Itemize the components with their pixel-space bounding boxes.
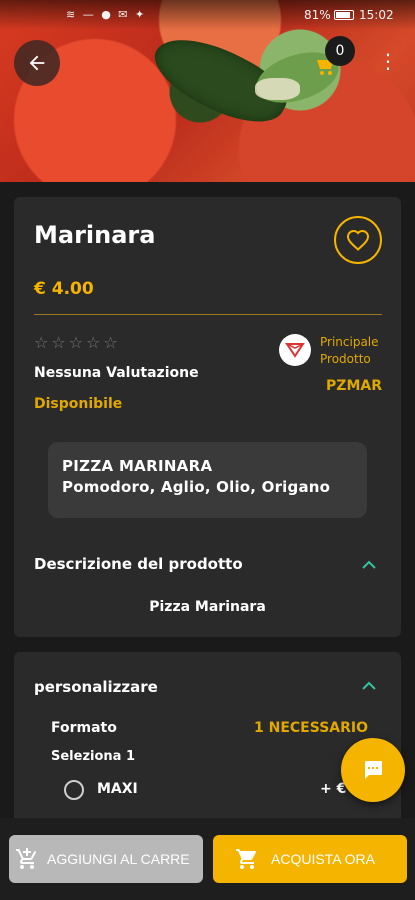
short-description-box: PIZZA MARINARA Pomodoro, Aglio, Olio, Or… bbox=[48, 442, 367, 518]
battery-icon bbox=[334, 10, 354, 20]
option-name[interactable]: MAXI bbox=[97, 781, 138, 797]
product-price: € 4.00 bbox=[34, 279, 94, 299]
product-card: Marinara € 4.00 ☆☆☆☆☆ Nessuna Valutazion… bbox=[14, 197, 401, 637]
status-icons: ≋ — ● ✉ ✦ bbox=[66, 8, 147, 21]
divider bbox=[34, 314, 382, 315]
product-sku: PZMAR bbox=[326, 378, 382, 394]
add-to-cart-label: AGGIUNGI AL CARRE bbox=[47, 851, 190, 867]
availability-status: Disponibile bbox=[34, 396, 123, 412]
add-cart-icon bbox=[16, 848, 37, 869]
shopping-cart-icon bbox=[236, 849, 257, 869]
clock: 15:02 bbox=[359, 8, 394, 22]
short-description-ingredients: Pomodoro, Aglio, Olio, Origano bbox=[62, 478, 331, 496]
short-description-title: PIZZA MARINARA bbox=[62, 457, 213, 475]
favorite-button[interactable] bbox=[334, 216, 382, 264]
customize-card: personalizzare Formato 1 NECESSARIO Sele… bbox=[14, 652, 401, 832]
chat-button[interactable] bbox=[341, 738, 405, 802]
description-section-heading[interactable]: Descrizione del prodotto bbox=[34, 555, 243, 573]
battery-percentage: 81% bbox=[304, 8, 331, 22]
chevron-up-icon[interactable] bbox=[361, 681, 377, 691]
format-label: Formato bbox=[51, 720, 117, 736]
rating-text: Nessuna Valutazione bbox=[34, 365, 199, 381]
brand-logo-icon bbox=[279, 334, 311, 366]
add-to-cart-button[interactable]: AGGIUNGI AL CARRE bbox=[9, 835, 203, 883]
customize-section-heading[interactable]: personalizzare bbox=[34, 678, 158, 696]
garlic-topping bbox=[255, 78, 300, 100]
cart-count-badge[interactable]: 0 bbox=[325, 36, 355, 66]
heart-icon bbox=[346, 229, 370, 251]
bottom-action-bar: AGGIUNGI AL CARRE ACQUISTA ORA bbox=[0, 818, 415, 900]
select-count-label: Seleziona 1 bbox=[51, 749, 136, 764]
buy-now-button[interactable]: ACQUISTA ORA bbox=[213, 835, 407, 883]
chat-icon bbox=[365, 761, 382, 779]
main-product-label: Principale Prodotto bbox=[320, 335, 379, 366]
back-button[interactable] bbox=[14, 40, 60, 86]
status-bar: ≋ — ● ✉ ✦ 81% 15:02 bbox=[0, 0, 415, 30]
back-arrow-icon bbox=[29, 55, 45, 71]
rating-stars[interactable]: ☆☆☆☆☆ bbox=[34, 333, 121, 352]
chevron-up-icon[interactable] bbox=[361, 560, 377, 570]
more-vert-icon[interactable]: ⋮ bbox=[378, 46, 398, 76]
option-radio[interactable] bbox=[64, 780, 84, 800]
buy-now-label: ACQUISTA ORA bbox=[271, 851, 375, 867]
product-title: Marinara bbox=[34, 221, 156, 249]
description-text: Pizza Marinara bbox=[149, 599, 266, 615]
format-required-badge: 1 NECESSARIO bbox=[254, 720, 368, 736]
option-price: + € bbox=[320, 781, 347, 797]
